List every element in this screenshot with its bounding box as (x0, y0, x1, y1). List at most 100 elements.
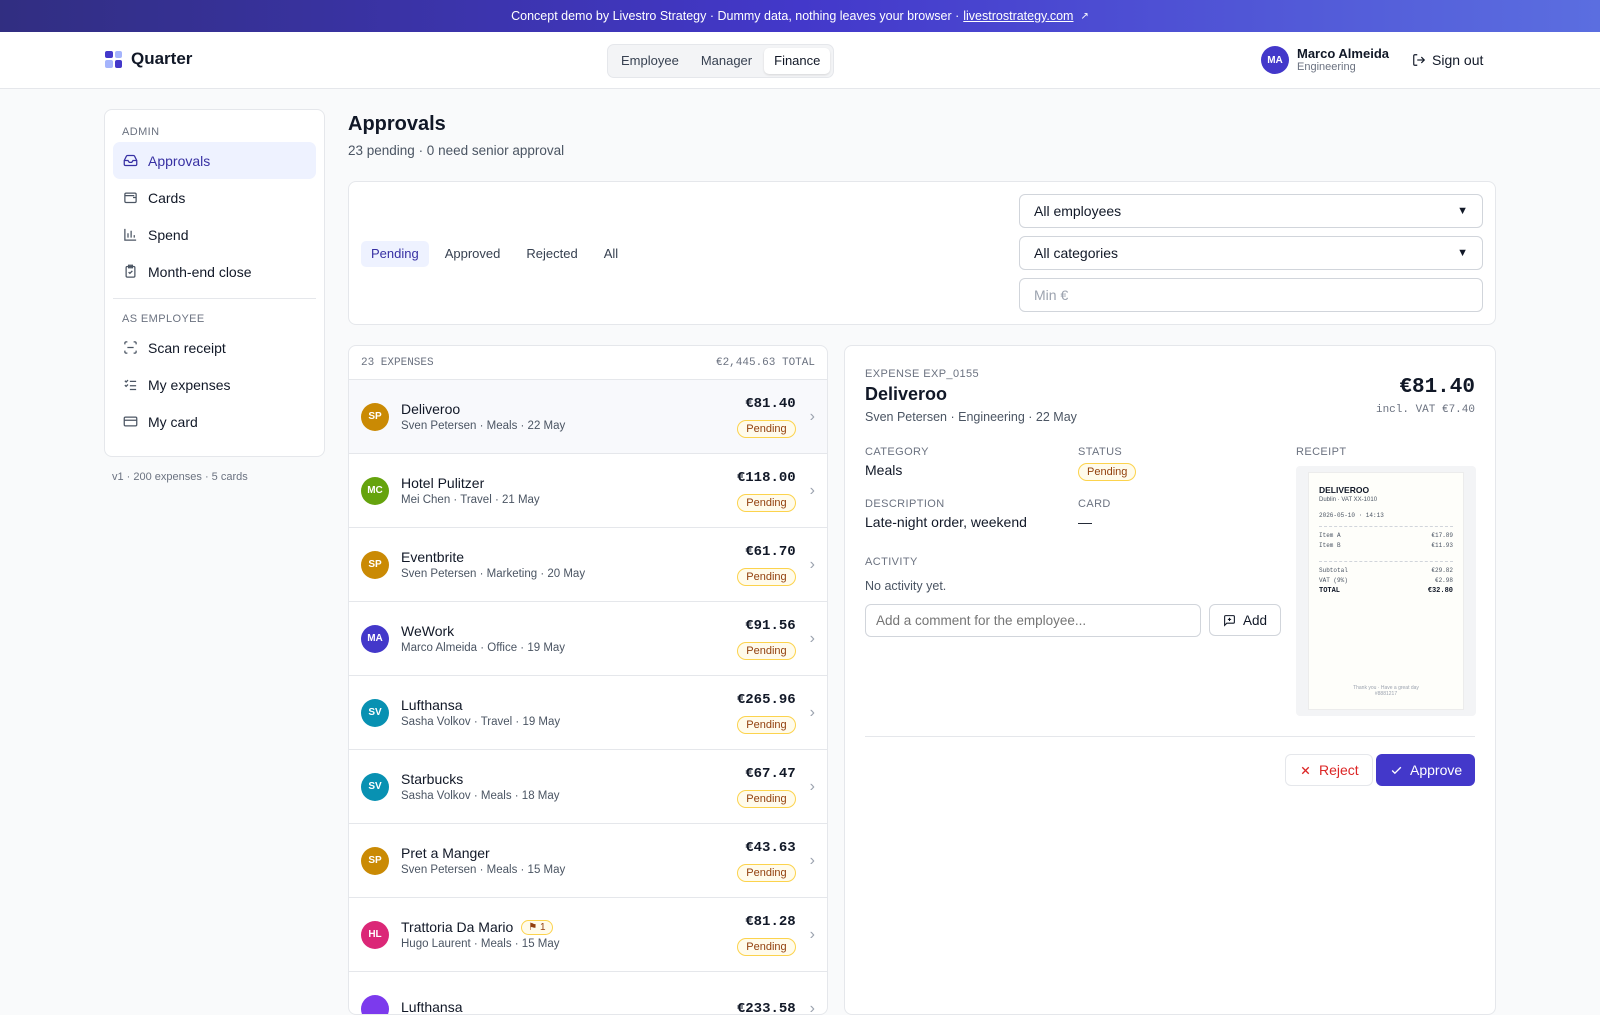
sidebar-item-cards[interactable]: Cards (113, 179, 316, 216)
app-name: Quarter (131, 49, 192, 69)
row-title: Lufthansa (401, 999, 737, 1015)
status-badge: Pending (737, 420, 795, 438)
row-right: €81.40 Pending (737, 396, 795, 438)
user-dept: Engineering (1297, 61, 1389, 74)
sidebar-item-my-card[interactable]: My card (113, 403, 316, 440)
status-label: STATUS (1078, 446, 1136, 458)
sidebar-item-label: My card (148, 414, 198, 430)
category-value: Meals (865, 462, 929, 478)
row-merchant: Hotel Pulitzer (401, 475, 484, 491)
expense-count: 23 EXPENSES (361, 357, 434, 369)
page-title: Approvals (348, 113, 446, 136)
table-row[interactable]: Lufthansa €233.58 › (349, 972, 827, 1015)
row-merchant: Pret a Manger (401, 845, 490, 861)
receipt-title: DELIVEROO (1319, 485, 1453, 495)
chevron-right-icon: › (810, 556, 815, 574)
row-right: €91.56 Pending (737, 618, 795, 660)
receipt-paper: DELIVEROO Dublin · VAT XX-1010 2026-05-1… (1308, 472, 1464, 710)
receipt-subtotal: Subtotal€29.82 (1319, 567, 1453, 574)
role-finance[interactable]: Finance (764, 48, 830, 74)
avatar: MA (361, 625, 389, 653)
sidebar-item-label: Spend (148, 227, 188, 243)
row-main: Deliveroo Sven Petersen · Meals · 22 May (401, 401, 737, 432)
row-title: Pret a Manger (401, 845, 737, 861)
sidebar-item-approvals[interactable]: Approvals (113, 142, 316, 179)
row-amount: €265.96 (737, 692, 796, 708)
tab-pending[interactable]: Pending (361, 241, 429, 267)
role-manager[interactable]: Manager (691, 48, 762, 74)
avatar: SP (361, 403, 389, 431)
row-meta: Sven Petersen · Marketing · 20 May (401, 568, 737, 580)
row-meta: Sven Petersen · Meals · 22 May (401, 420, 737, 432)
receipt-label: RECEIPT (1296, 446, 1346, 458)
reject-button[interactable]: Reject (1285, 754, 1373, 786)
avatar: MC (361, 477, 389, 505)
row-merchant: Lufthansa (401, 697, 463, 713)
table-row[interactable]: SV Starbucks Sasha Volkov · Meals · 18 M… (349, 750, 827, 824)
tab-all[interactable]: All (594, 241, 628, 267)
row-main: Lufthansa (401, 999, 737, 1015)
min-amount-input[interactable] (1034, 287, 1468, 303)
description-field: DESCRIPTION Late-night order, weekend (865, 498, 1027, 530)
tab-approved[interactable]: Approved (435, 241, 511, 267)
add-comment-button[interactable]: Add (1209, 604, 1281, 636)
row-meta: Mei Chen · Travel · 21 May (401, 494, 737, 506)
chevron-down-icon: ▼ (1457, 205, 1468, 217)
app-logo[interactable]: Quarter (105, 49, 192, 69)
row-right: €118.00 Pending (737, 470, 796, 512)
row-main: Lufthansa Sasha Volkov · Travel · 19 May (401, 697, 737, 728)
approve-label: Approve (1410, 762, 1462, 778)
row-main: Pret a Manger Sven Petersen · Meals · 15… (401, 845, 737, 876)
banner-link[interactable]: livestrostrategy.com (963, 9, 1073, 23)
row-main: Hotel Pulitzer Mei Chen · Travel · 21 Ma… (401, 475, 737, 506)
row-meta: Sven Petersen · Meals · 15 May (401, 864, 737, 876)
sidebar: ADMIN Approvals Cards Spend Month-end cl… (104, 109, 325, 457)
employee-select[interactable]: All employees ▼ (1019, 194, 1483, 228)
receipt-vat: VAT (9%)€2.98 (1319, 577, 1453, 584)
expense-rows: SP Deliveroo Sven Petersen · Meals · 22 … (349, 380, 827, 1015)
sidebar-item-scan-receipt[interactable]: Scan receipt (113, 329, 316, 366)
sign-out-button[interactable]: Sign out (1412, 52, 1483, 68)
card-value: — (1078, 514, 1111, 530)
table-row[interactable]: MC Hotel Pulitzer Mei Chen · Travel · 21… (349, 454, 827, 528)
category-select[interactable]: All categories ▼ (1019, 236, 1483, 270)
user-profile[interactable]: MA Marco Almeida Engineering (1261, 46, 1389, 74)
check-icon (1390, 764, 1403, 777)
row-amount: €61.70 (745, 544, 795, 560)
sidebar-item-month-end-close[interactable]: Month-end close (113, 253, 316, 290)
row-merchant: Trattoria Da Mario (401, 919, 513, 935)
activity-empty: No activity yet. (865, 579, 946, 593)
table-row[interactable]: SP Pret a Manger Sven Petersen · Meals ·… (349, 824, 827, 898)
chevron-right-icon: › (810, 482, 815, 500)
receipt-preview[interactable]: DELIVEROO Dublin · VAT XX-1010 2026-05-1… (1296, 466, 1476, 716)
comment-field[interactable] (865, 604, 1201, 637)
min-amount-field[interactable] (1019, 278, 1483, 312)
sidebar-item-label: My expenses (148, 377, 230, 393)
row-merchant: Lufthansa (401, 999, 463, 1015)
row-merchant: Deliveroo (401, 401, 460, 417)
table-row[interactable]: SP Deliveroo Sven Petersen · Meals · 22 … (349, 380, 827, 454)
add-comment-label: Add (1243, 613, 1267, 628)
table-row[interactable]: HL Trattoria Da Mario ⚑ 1 Hugo Laurent ·… (349, 898, 827, 972)
sidebar-section-admin: ADMIN (113, 120, 316, 142)
sidebar-item-label: Month-end close (148, 264, 252, 280)
status-badge: Pending (737, 642, 795, 660)
approve-button[interactable]: Approve (1376, 754, 1475, 786)
table-row[interactable]: SP Eventbrite Sven Petersen · Marketing … (349, 528, 827, 602)
message-plus-icon (1223, 614, 1236, 627)
receipt-datetime: 2026-05-10 · 14:13 (1319, 512, 1453, 519)
row-amount: €67.47 (745, 766, 795, 782)
sidebar-item-my-expenses[interactable]: My expenses (113, 366, 316, 403)
user-name: Marco Almeida (1297, 47, 1389, 61)
receipt-line: Item B€11.93 (1319, 542, 1453, 549)
credit-card-icon (123, 414, 138, 429)
row-title: Deliveroo (401, 401, 737, 417)
tab-rejected[interactable]: Rejected (516, 241, 587, 267)
role-employee[interactable]: Employee (611, 48, 689, 74)
comment-input[interactable] (876, 613, 1190, 628)
table-row[interactable]: MA WeWork Marco Almeida · Office · 19 Ma… (349, 602, 827, 676)
sidebar-item-spend[interactable]: Spend (113, 216, 316, 253)
category-select-value: All categories (1034, 245, 1118, 261)
status-badge: Pending (737, 790, 795, 808)
table-row[interactable]: SV Lufthansa Sasha Volkov · Travel · 19 … (349, 676, 827, 750)
